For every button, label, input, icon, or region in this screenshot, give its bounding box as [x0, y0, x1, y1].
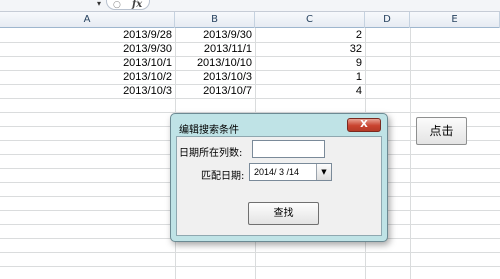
- cell-c5[interactable]: 4: [255, 84, 362, 98]
- column-number-label: 日期所在列数:: [179, 148, 243, 159]
- dialog-body: 日期所在列数: 匹配日期: 2014/ 3 /14 ▼ 查找: [176, 136, 382, 236]
- cell-a2[interactable]: 2013/9/30: [0, 42, 172, 56]
- grid-row-line: [0, 252, 500, 253]
- column-header-e[interactable]: E: [410, 12, 500, 28]
- search-button[interactable]: 查找: [248, 202, 319, 225]
- column-number-input[interactable]: [252, 140, 325, 158]
- cell-a3[interactable]: 2013/10/1: [0, 56, 172, 70]
- cell-c1[interactable]: 2: [255, 28, 362, 42]
- column-header-d[interactable]: D: [365, 12, 410, 28]
- match-date-picker[interactable]: 2014/ 3 /14 ▼: [249, 163, 332, 181]
- date-dropdown-icon[interactable]: ▼: [316, 164, 331, 180]
- cell-c2[interactable]: 32: [255, 42, 362, 56]
- click-button[interactable]: 点击: [416, 117, 467, 145]
- cell-b3[interactable]: 2013/10/10: [175, 56, 252, 70]
- dialog-title: 编辑搜索条件: [179, 125, 239, 136]
- grid-row-line: [0, 98, 500, 99]
- search-criteria-dialog: 编辑搜索条件 X 日期所在列数: 匹配日期: 2014/ 3 /14 ▼ 查找: [170, 113, 388, 242]
- match-date-value: 2014/ 3 /14: [254, 167, 300, 177]
- grid-row-line: [0, 266, 500, 267]
- cell-a4[interactable]: 2013/10/2: [0, 70, 172, 84]
- column-header-c[interactable]: C: [255, 12, 365, 28]
- column-header-a[interactable]: A: [0, 12, 175, 28]
- cancel-circle-icon[interactable]: ○: [113, 0, 121, 10]
- cell-b2[interactable]: 2013/11/1: [175, 42, 252, 56]
- cell-a5[interactable]: 2013/10/3: [0, 84, 172, 98]
- cell-c4[interactable]: 1: [255, 70, 362, 84]
- function-button-group: ○ fx: [106, 0, 150, 10]
- cell-b1[interactable]: 2013/9/30: [175, 28, 252, 42]
- cell-b5[interactable]: 2013/10/7: [175, 84, 252, 98]
- formula-bar: ▾ ○ fx: [0, 0, 500, 12]
- column-header-bar: A B C D E: [0, 12, 500, 28]
- cell-a1[interactable]: 2013/9/28: [0, 28, 172, 42]
- close-button[interactable]: X: [347, 118, 381, 132]
- name-box-dropdown-icon[interactable]: ▾: [97, 0, 101, 8]
- cell-c3[interactable]: 9: [255, 56, 362, 70]
- column-header-b[interactable]: B: [175, 12, 255, 28]
- match-date-label: 匹配日期:: [201, 171, 245, 182]
- insert-function-icon[interactable]: fx: [132, 0, 142, 10]
- cell-b4[interactable]: 2013/10/3: [175, 70, 252, 84]
